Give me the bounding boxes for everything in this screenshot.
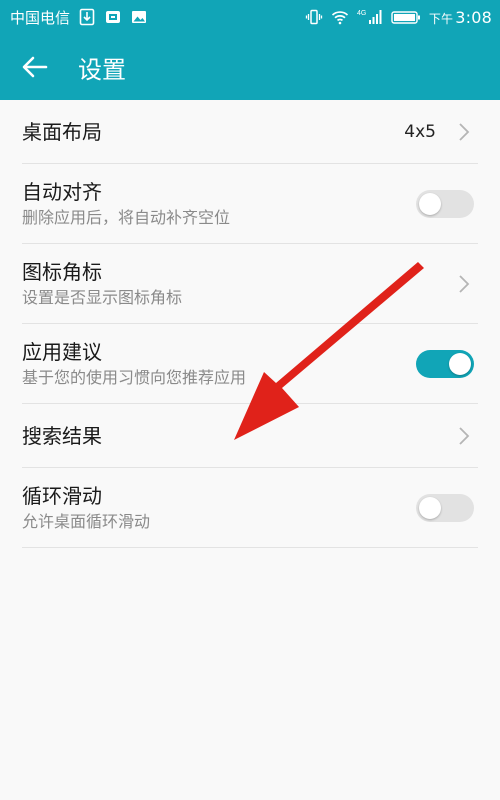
chevron-right-icon	[454, 273, 474, 295]
setting-desktop-layout[interactable]: 桌面布局 4x5	[22, 100, 478, 164]
wifi-icon	[331, 8, 349, 26]
app-bar: 中国电信 4G 下午 3:08 设置	[0, 0, 500, 100]
setting-search-results[interactable]: 搜索结果	[22, 404, 478, 468]
status-bar: 中国电信 4G 下午 3:08	[0, 0, 500, 34]
setting-auto-align: 自动对齐 删除应用后，将自动补齐空位	[22, 164, 478, 244]
setting-title: 循环滑动	[22, 483, 102, 508]
setting-title: 搜索结果	[22, 423, 102, 448]
chevron-right-icon	[454, 425, 474, 447]
back-arrow-icon	[22, 56, 48, 78]
app-suggestions-toggle[interactable]	[416, 349, 474, 378]
page-title: 设置	[78, 55, 126, 84]
carrier-name: 中国电信	[10, 8, 71, 27]
setting-app-suggestions: 应用建议 基于您的使用习惯向您推荐应用	[22, 324, 478, 404]
status-time: 下午 3:08	[428, 7, 492, 27]
setting-loop-scroll: 循环滑动 允许桌面循环滑动	[22, 468, 478, 548]
setting-value: 4x5	[404, 121, 436, 142]
title-bar: 设置	[0, 34, 500, 100]
setting-title: 应用建议	[22, 339, 102, 364]
app-notification-icon	[104, 8, 122, 26]
toggle-knob	[449, 352, 471, 375]
loop-scroll-toggle[interactable]	[416, 493, 474, 522]
image-notification-icon	[130, 8, 148, 26]
cellular-signal-icon: 4G	[357, 8, 383, 26]
toggle-knob	[419, 496, 441, 519]
download-notification-icon	[78, 8, 96, 26]
setting-subtitle: 设置是否显示图标角标	[22, 287, 183, 307]
vibrate-icon	[305, 8, 323, 26]
toggle-knob	[419, 192, 441, 215]
settings-list: 桌面布局 4x5 自动对齐 删除应用后，将自动补齐空位 图标角标 设置是否显示图…	[0, 100, 500, 548]
setting-subtitle: 删除应用后，将自动补齐空位	[22, 207, 231, 227]
network-type-label: 4G	[357, 10, 366, 17]
setting-subtitle: 基于您的使用习惯向您推荐应用	[22, 367, 247, 387]
setting-icon-badge[interactable]: 图标角标 设置是否显示图标角标	[22, 244, 478, 324]
chevron-right-icon	[454, 121, 474, 143]
setting-title: 桌面布局	[22, 119, 102, 144]
setting-title: 图标角标	[22, 259, 102, 284]
back-button[interactable]	[0, 34, 70, 100]
setting-title: 自动对齐	[22, 179, 102, 204]
battery-icon	[391, 8, 421, 26]
auto-align-toggle[interactable]	[416, 189, 474, 218]
setting-subtitle: 允许桌面循环滑动	[22, 511, 151, 531]
